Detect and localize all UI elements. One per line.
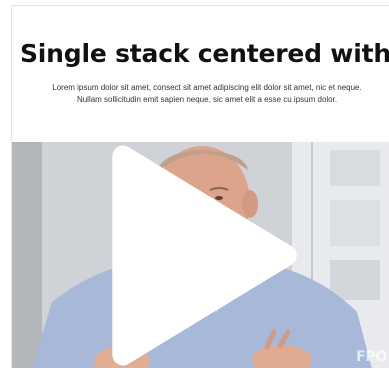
content-section: Single stack centered with video Lorem i… — [11, 5, 389, 368]
section-title: Single stack centered with video — [20, 39, 389, 68]
play-icon[interactable] — [12, 142, 389, 368]
video-watermark: FPO — [356, 349, 387, 365]
video-player[interactable]: FPO — [12, 142, 389, 368]
section-description: Lorem ipsum dolor sit amet, consect sit … — [52, 83, 362, 104]
